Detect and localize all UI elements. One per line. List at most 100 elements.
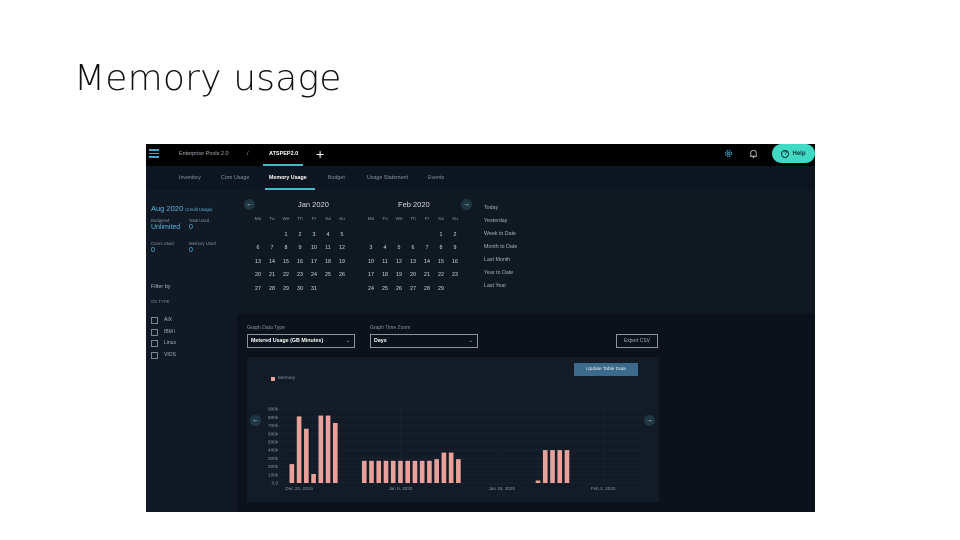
filter-option-aix[interactable]: AIX	[151, 316, 172, 324]
calendar-day[interactable]: 14	[420, 256, 434, 270]
calendar-day[interactable]: 4	[321, 229, 335, 243]
calendar-day[interactable]: 16	[448, 256, 462, 270]
calendar-day[interactable]: 11	[378, 256, 392, 270]
calendar-day[interactable]: 23	[293, 269, 307, 283]
calendar-day[interactable]: 1	[279, 229, 293, 243]
breadcrumb-current[interactable]: ATSPEP2.0	[269, 151, 298, 157]
calendar-day[interactable]: 10	[307, 242, 321, 256]
calendar-day[interactable]: 28	[420, 283, 434, 297]
checkbox[interactable]	[151, 339, 158, 347]
calendar-day[interactable]: 17	[307, 256, 321, 270]
calendar-day[interactable]: 25	[321, 269, 335, 283]
help-button[interactable]: ? Help	[772, 144, 815, 163]
calendar-day[interactable]: 24	[364, 283, 378, 297]
calendar-day[interactable]: 21	[420, 269, 434, 283]
calendar-day[interactable]: 29	[434, 283, 448, 297]
calendar-day[interactable]: 22	[434, 269, 448, 283]
bar	[427, 460, 432, 483]
calendar-day[interactable]: 20	[406, 269, 420, 283]
calendar-day[interactable]: 3	[307, 229, 321, 243]
calendar-day[interactable]: 1	[434, 229, 448, 243]
calendar-day[interactable]: 25	[378, 283, 392, 297]
add-icon[interactable]: +	[316, 146, 324, 162]
checkbox[interactable]	[151, 328, 158, 336]
calendar-day[interactable]: 23	[448, 269, 462, 283]
calendar-day[interactable]: 27	[406, 283, 420, 297]
calendar-day[interactable]: 5	[392, 242, 406, 256]
calendar-day[interactable]: 12	[392, 256, 406, 270]
calendar-day[interactable]: 18	[378, 269, 392, 283]
calendar-day[interactable]: 22	[279, 269, 293, 283]
checkbox[interactable]	[151, 316, 158, 324]
calendar-day[interactable]: 20	[251, 269, 265, 283]
menu-icon[interactable]	[149, 149, 159, 159]
update-table-data-button[interactable]: Update Table Data	[574, 363, 638, 376]
calendar-day[interactable]: 8	[279, 242, 293, 256]
calendar-day[interactable]: 13	[406, 256, 420, 270]
calendar-day[interactable]: 18	[321, 256, 335, 270]
calendar-day[interactable]: 15	[279, 256, 293, 270]
calendar-day[interactable]: 7	[265, 242, 279, 256]
tab-core-usage[interactable]: Core Usage	[221, 175, 249, 181]
tab-events[interactable]: Events	[428, 175, 444, 181]
preset-week-to-date[interactable]: Week to Date	[484, 228, 517, 241]
calendar-day[interactable]: 27	[251, 283, 265, 297]
data-type-select[interactable]: Metered Usage (GB Minutes) ⌄	[247, 334, 355, 348]
bell-icon[interactable]	[749, 149, 758, 159]
calendar-day[interactable]: 14	[265, 256, 279, 270]
calendar-day[interactable]: 29	[279, 283, 293, 297]
calendar-day[interactable]: 8	[434, 242, 448, 256]
preset-year-to-date[interactable]: Year to Date	[484, 267, 517, 280]
tab-budget[interactable]: Budget	[328, 175, 345, 181]
chart-prev-button[interactable]: ←	[250, 415, 261, 426]
calendar-day[interactable]: 2	[293, 229, 307, 243]
calendar-day[interactable]: 19	[392, 269, 406, 283]
chart-next-button[interactable]: →	[644, 415, 655, 426]
calendar-day[interactable]: 21	[265, 269, 279, 283]
preset-today[interactable]: Today	[484, 202, 517, 215]
calendar-day[interactable]: 4	[378, 242, 392, 256]
calendar-next-button[interactable]: →	[461, 199, 472, 210]
calendar-day[interactable]: 30	[293, 283, 307, 297]
calendar-day[interactable]: 26	[392, 283, 406, 297]
checkbox[interactable]	[151, 351, 158, 359]
tab-usage-statement[interactable]: Usage Statement	[367, 175, 408, 181]
calendar-day[interactable]: 11	[321, 242, 335, 256]
calendar-day[interactable]: 28	[265, 283, 279, 297]
filter-option-linux[interactable]: Linux	[151, 339, 176, 347]
gear-icon[interactable]	[724, 149, 733, 158]
calendar-day[interactable]: 10	[364, 256, 378, 270]
preset-month-to-date[interactable]: Month to Date	[484, 241, 517, 254]
time-zoom-select[interactable]: Days ⌄	[370, 334, 478, 348]
tab-inventory[interactable]: Inventory	[179, 175, 201, 181]
calendar-day[interactable]: 5	[335, 229, 349, 243]
weekday-header: Mo	[254, 217, 262, 222]
calendar-day[interactable]: 31	[307, 283, 321, 297]
calendar-day[interactable]: 13	[251, 256, 265, 270]
calendar-day[interactable]: 7	[420, 242, 434, 256]
calendar-day[interactable]: 17	[364, 269, 378, 283]
preset-last-year[interactable]: Last Year	[484, 280, 517, 293]
calendar-day[interactable]: 9	[448, 242, 462, 256]
filter-option-vios[interactable]: VIOS	[151, 351, 176, 359]
filter-option-ibmi[interactable]: IBM i	[151, 328, 175, 336]
legend-label-memory[interactable]: Memory	[278, 376, 295, 381]
tab-memory-usage[interactable]: Memory Usage	[269, 175, 307, 181]
bar	[535, 480, 541, 483]
calendar-day[interactable]: 3	[364, 242, 378, 256]
calendar-day[interactable]: 16	[293, 256, 307, 270]
calendar-day[interactable]: 9	[293, 242, 307, 256]
calendar-day[interactable]: 15	[434, 256, 448, 270]
calendar-prev-button[interactable]: ←	[244, 199, 255, 210]
calendar-day[interactable]: 19	[335, 256, 349, 270]
calendar-day[interactable]: 26	[335, 269, 349, 283]
preset-last-month[interactable]: Last Month	[484, 254, 517, 267]
breadcrumb-home[interactable]: Enterprise Pools 2.0	[179, 151, 229, 157]
calendar-day[interactable]: 6	[406, 242, 420, 256]
calendar-day[interactable]: 24	[307, 269, 321, 283]
calendar-day[interactable]: 12	[335, 242, 349, 256]
calendar-day[interactable]: 2	[448, 229, 462, 243]
preset-yesterday[interactable]: Yesterday	[484, 215, 517, 228]
export-csv-button[interactable]: Export CSV	[616, 334, 658, 348]
calendar-day[interactable]: 6	[251, 242, 265, 256]
